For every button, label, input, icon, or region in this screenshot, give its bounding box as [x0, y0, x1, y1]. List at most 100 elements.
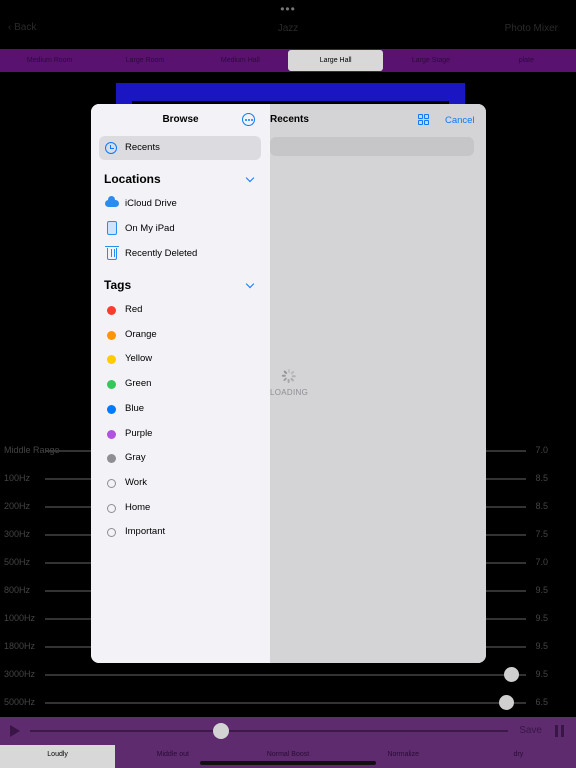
eq-value: 9.5 — [535, 585, 548, 595]
eq-slider-track[interactable] — [45, 695, 526, 710]
sidebar-item-label: Green — [125, 378, 152, 390]
preset-option[interactable]: Large Stage — [383, 49, 478, 72]
sidebar-item-label: Home — [125, 501, 151, 513]
grid-view-icon[interactable] — [418, 114, 429, 125]
eq-value: 7.5 — [535, 529, 548, 539]
tag-empty-circle-icon — [107, 478, 116, 488]
eq-band-label: 500Hz — [4, 557, 31, 567]
nav-bar: ‹ Back Jazz Photo Mixer — [0, 18, 576, 40]
tag-empty-circle-icon — [107, 503, 116, 513]
tag-color-icon — [107, 429, 116, 439]
eq-band-label: 300Hz — [4, 529, 31, 539]
preset-option[interactable]: Medium Room — [2, 49, 97, 72]
sidebar-item-label: Red — [125, 304, 143, 315]
sidebar-item-label: Purple — [125, 427, 153, 439]
eq-band-label: 3000Hz — [4, 669, 36, 679]
sidebar-item-tag[interactable]: Red — [91, 300, 270, 320]
eq-band-row: 3000Hz 9.5 — [0, 667, 576, 683]
ipad-icon — [107, 221, 117, 235]
play-icon[interactable] — [10, 725, 20, 737]
eq-value: 8.5 — [535, 473, 548, 483]
tag-empty-circle-icon — [107, 528, 116, 538]
sidebar-item-location[interactable]: iCloud Drive — [91, 193, 270, 215]
chevron-down-icon[interactable] — [245, 173, 255, 183]
eq-slider-track[interactable] — [45, 667, 526, 682]
scrubber-knob[interactable] — [213, 723, 230, 739]
eq-band-label: 5000Hz — [4, 697, 36, 707]
transport-bar: Save — [0, 717, 576, 745]
eq-value: 9.5 — [535, 669, 548, 679]
tag-color-icon — [107, 330, 116, 340]
home-indicator — [200, 761, 376, 765]
sidebar-item-label: iCloud Drive — [125, 198, 177, 209]
mode-option[interactable]: Loudly — [0, 745, 116, 768]
preset-option[interactable]: Large Hall — [287, 50, 384, 71]
save-button[interactable]: Save — [519, 725, 542, 736]
pause-icon[interactable] — [555, 725, 564, 737]
preset-segmented-control: Medium Room Large Room Medium Hall Large Ha… — [0, 49, 576, 72]
loading-label: LOADING — [270, 388, 309, 397]
sidebar-item-tag[interactable]: Home — [91, 498, 270, 518]
search-input[interactable] — [270, 137, 474, 156]
eq-band-label: 1800Hz — [4, 641, 36, 651]
eq-slider-knob[interactable] — [498, 695, 514, 710]
sidebar-item-label: Work — [125, 476, 147, 488]
tag-color-icon — [107, 355, 116, 365]
nav-title: Jazz — [277, 23, 299, 34]
eq-value: 7.0 — [535, 445, 548, 455]
chevron-down-icon[interactable] — [245, 279, 255, 289]
eq-band-row: 5000Hz 6.5 — [0, 695, 576, 711]
cancel-button[interactable]: Cancel — [445, 115, 475, 126]
sidebar-item-tag[interactable]: Green — [91, 374, 270, 394]
sidebar-item-recents[interactable]: Recents — [99, 136, 261, 160]
picker-content: Recents Cancel LOADING — [270, 104, 486, 663]
sidebar-item-label: Orange — [125, 328, 157, 340]
sidebar-item-location[interactable]: Recently Deleted — [91, 243, 270, 265]
sidebar-item-label: Gray — [125, 452, 146, 464]
locations-header[interactable]: Locations — [104, 172, 161, 186]
eq-band-label: 800Hz — [4, 585, 31, 595]
tag-color-icon — [107, 380, 116, 390]
more-icon[interactable] — [242, 113, 255, 126]
sidebar-item-label: Yellow — [125, 353, 153, 365]
eq-value: 7.0 — [535, 557, 548, 567]
preset-option[interactable]: Medium Hall — [193, 49, 288, 72]
preset-option[interactable]: plate — [479, 49, 574, 72]
sidebar-item-tag[interactable]: Yellow — [91, 349, 270, 369]
picker-sidebar: Browse Recents Locations iCloud Drive On … — [91, 104, 270, 663]
preset-option[interactable]: Large Room — [97, 49, 192, 72]
tag-color-icon — [107, 306, 116, 315]
loading-spinner-icon — [281, 369, 296, 383]
eq-band-label: 200Hz — [4, 501, 31, 511]
tag-color-icon — [107, 404, 116, 414]
eq-band-label: 100Hz — [4, 473, 31, 483]
eq-band-label: 1000Hz — [4, 613, 36, 623]
clock-icon — [105, 142, 117, 154]
eq-slider-knob[interactable] — [503, 667, 519, 682]
sidebar-item-label: Important — [125, 526, 166, 538]
mode-option[interactable]: dry — [461, 745, 576, 768]
tag-color-icon — [107, 454, 116, 464]
eq-value: 6.5 — [535, 697, 548, 707]
document-picker: Browse Recents Locations iCloud Drive On … — [91, 104, 486, 663]
sidebar-item-label: Blue — [125, 402, 145, 414]
sidebar-item-label: Recents — [125, 142, 160, 153]
sidebar-item-label: Recently Deleted — [125, 248, 198, 259]
photo-mixer-button[interactable]: Photo Mixer — [505, 23, 558, 34]
sidebar-item-label: On My iPad — [125, 223, 175, 234]
sidebar-item-tag[interactable]: Orange — [91, 325, 270, 345]
sidebar-item-tag[interactable]: Gray — [91, 448, 270, 468]
sidebar-item-location[interactable]: On My iPad — [91, 218, 270, 240]
sidebar-item-tag[interactable]: Work — [91, 473, 270, 493]
sidebar-item-tag[interactable]: Important — [91, 522, 270, 542]
icloud-icon — [105, 196, 119, 207]
tags-header[interactable]: Tags — [104, 278, 131, 292]
eq-value: 9.5 — [535, 641, 548, 651]
sidebar-item-tag[interactable]: Purple — [91, 424, 270, 444]
scrubber[interactable] — [30, 723, 508, 739]
content-title: Recents — [270, 114, 309, 125]
multitask-dots[interactable]: ••• — [0, 2, 576, 16]
sidebar-item-tag[interactable]: Blue — [91, 399, 270, 419]
eq-value: 8.5 — [535, 501, 548, 511]
trash-icon — [105, 246, 119, 260]
